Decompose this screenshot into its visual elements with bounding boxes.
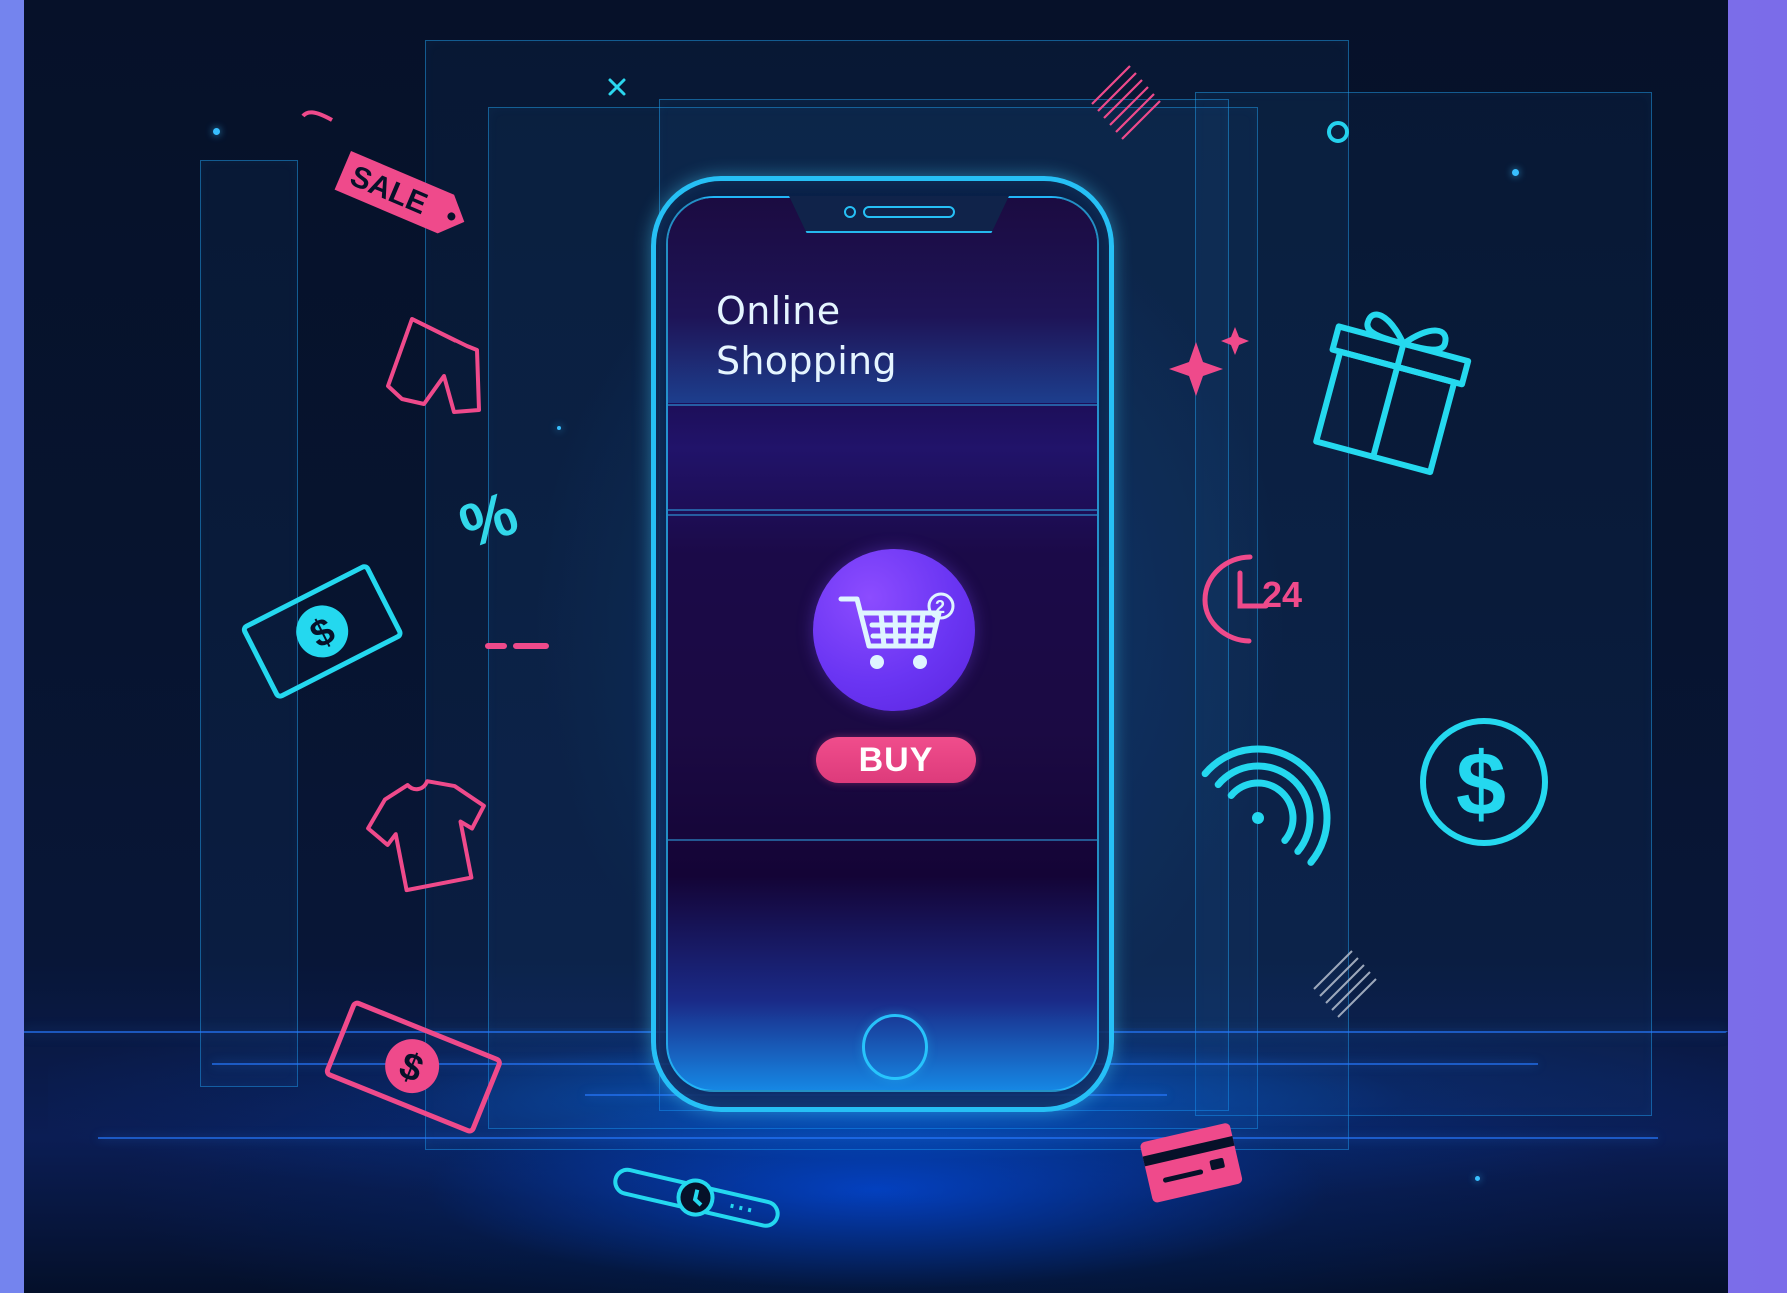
shopping-scene: SALE % $ $ 24 $ Online Shopping 2 BUY xyxy=(24,0,1728,1293)
screen-divider-3 xyxy=(668,514,1097,516)
t-shirt-icon xyxy=(366,779,486,893)
small-circle-icon xyxy=(1327,121,1349,143)
home-button[interactable] xyxy=(862,1014,928,1080)
watch-icon xyxy=(613,1167,780,1228)
cash-bill-icon-bottom-left: $ xyxy=(324,1000,502,1134)
clock-24-text: 24 xyxy=(1262,574,1302,615)
screen-divider-4 xyxy=(668,839,1097,841)
page-root: SALE % $ $ 24 $ Online Shopping 2 BUY xyxy=(0,0,1787,1293)
sale-tag-icon: SALE xyxy=(334,151,465,234)
diagonal-lines-top-icon xyxy=(1091,65,1161,140)
camera-icon xyxy=(844,206,856,218)
star-dot-3 xyxy=(1475,1176,1480,1181)
credit-card-icon xyxy=(1140,1123,1243,1203)
clock-24-icon: 24 xyxy=(1202,554,1302,644)
dollar-coin-icon: $ xyxy=(1420,718,1548,846)
star-dot-2 xyxy=(1512,169,1519,176)
diagonal-lines-bottom-icon xyxy=(1313,950,1377,1018)
shopping-cart-icon: 2 xyxy=(838,592,955,669)
screen-divider-2 xyxy=(668,509,1097,511)
cart-badge-count: 2 xyxy=(935,597,945,617)
star-dot-1 xyxy=(213,128,220,135)
x-sparkle-icon xyxy=(608,78,626,96)
cart-button[interactable]: 2 xyxy=(813,549,975,711)
star-dot-4 xyxy=(557,426,561,430)
sparkle-icon xyxy=(1169,327,1249,396)
speaker-icon xyxy=(863,206,955,218)
wifi-icon xyxy=(1201,745,1331,866)
buy-button[interactable]: BUY xyxy=(816,737,976,783)
dollar-coin-symbol: $ xyxy=(1456,735,1506,835)
percent-icon: % xyxy=(451,478,526,562)
sale-tag-string xyxy=(301,110,333,122)
cash-bill-icon-top-left: $ xyxy=(241,564,403,699)
shorts-icon xyxy=(386,317,481,414)
screen-divider-1 xyxy=(668,404,1097,406)
screen-title: Online Shopping xyxy=(716,289,897,383)
gift-box-icon xyxy=(1313,311,1472,476)
